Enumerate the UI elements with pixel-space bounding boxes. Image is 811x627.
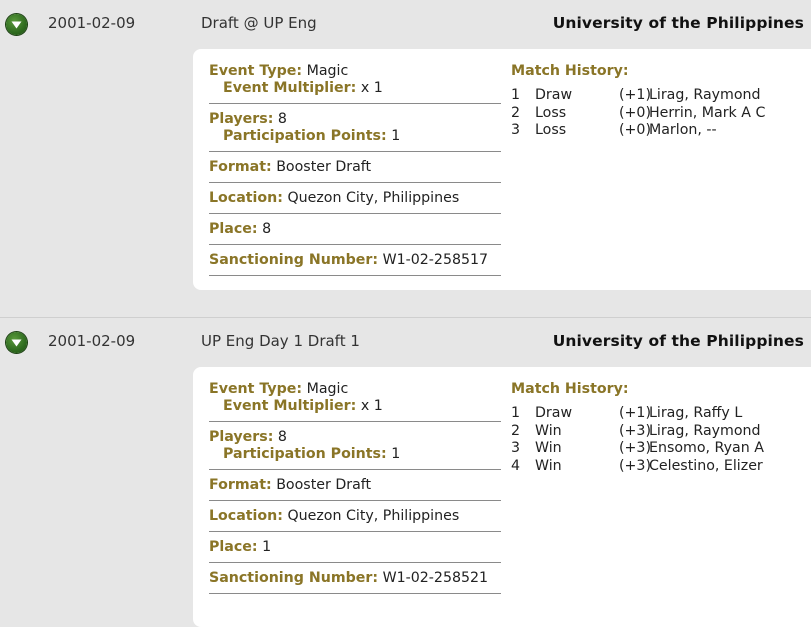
match-result: Win (535, 422, 562, 439)
event-multiplier-label: Event Multiplier: (223, 80, 357, 96)
event-details: Event Type: Magic Event Multiplier: x 1 … (209, 63, 501, 283)
match-number: 4 (511, 457, 521, 474)
expand-toggle-icon[interactable] (6, 14, 27, 35)
match-opponent: Ensomo, Ryan A (649, 440, 764, 456)
match-row: 2 Win (+3) Lirag, Raymond (511, 423, 811, 441)
players-value: 8 (277, 429, 287, 445)
event-details-card: Event Type: Magic Event Multiplier: x 1 … (193, 367, 811, 627)
event-date: 2001-02-09 (48, 332, 136, 350)
event-type-label: Event Type: (209, 381, 303, 397)
match-number: 1 (511, 405, 521, 421)
location-row: Location: Quezon City, Philippines (209, 508, 501, 532)
event-multiplier-value: x 1 (360, 398, 383, 414)
match-history-title: Match History: (511, 63, 629, 79)
match-result: Draw (535, 87, 573, 103)
event-details: Event Type: Magic Event Multiplier: x 1 … (209, 381, 501, 601)
participation-points-label: Participation Points: (223, 128, 387, 144)
match-opponent: Lirag, Raymond (649, 422, 761, 439)
match-result: Win (535, 457, 562, 474)
place-row: Place: 8 (209, 221, 501, 245)
sanctioning-number-label: Sanctioning Number: (209, 570, 379, 586)
match-points: (+3) (619, 457, 651, 474)
location-label: Location: (209, 508, 283, 524)
match-row: 1 Draw (+1) Lirag, Raymond (511, 87, 811, 105)
event-header[interactable]: 2001-02-09 UP Eng Day 1 Draft 1 Universi… (0, 318, 811, 366)
sanctioning-row: Sanctioning Number: W1-02-258517 (209, 252, 501, 276)
match-row: 3 Loss (+0) Marlon, -- (511, 122, 811, 140)
players-row: Players: 8 Participation Points: 1 (209, 429, 501, 470)
event-type-value: Magic (306, 63, 349, 79)
sanctioning-number-value: W1-02-258521 (382, 570, 489, 586)
sanctioning-number-value: W1-02-258517 (382, 252, 489, 268)
players-value: 8 (277, 111, 287, 127)
event-entry: 2001-02-09 Draft @ UP Eng University of … (0, 0, 811, 318)
match-row: 3 Win (+3) Ensomo, Ryan A (511, 440, 811, 458)
event-name: Draft @ UP Eng (201, 14, 317, 32)
location-value: Quezon City, Philippines (287, 190, 460, 206)
participation-points-value: 1 (391, 128, 401, 144)
place-value: 1 (262, 539, 272, 555)
match-result: Draw (535, 405, 573, 421)
match-opponent: Herrin, Mark A C (649, 104, 766, 121)
event-venue: University of the Philippines (552, 332, 804, 350)
event-entry: 2001-02-09 UP Eng Day 1 Draft 1 Universi… (0, 318, 811, 627)
place-label: Place: (209, 221, 258, 237)
match-points: (+0) (619, 104, 651, 121)
match-points: (+3) (619, 422, 651, 439)
match-result: Win (535, 440, 562, 456)
event-type-value: Magic (306, 381, 349, 397)
players-row: Players: 8 Participation Points: 1 (209, 111, 501, 152)
match-opponent: Lirag, Raymond (649, 87, 761, 103)
match-points: (+1) (619, 405, 651, 421)
place-value: 8 (262, 221, 272, 237)
match-row: 2 Loss (+0) Herrin, Mark A C (511, 105, 811, 123)
sanctioning-number-label: Sanctioning Number: (209, 252, 379, 268)
match-result: Loss (535, 122, 567, 138)
match-row: 1 Draw (+1) Lirag, Raffy L (511, 405, 811, 423)
location-row: Location: Quezon City, Philippines (209, 190, 501, 214)
format-row: Format: Booster Draft (209, 477, 501, 501)
players-label: Players: (209, 111, 274, 127)
match-number: 3 (511, 122, 521, 138)
event-header[interactable]: 2001-02-09 Draft @ UP Eng University of … (0, 0, 811, 48)
match-points: (+3) (619, 440, 651, 456)
participation-points-label: Participation Points: (223, 446, 387, 462)
place-row: Place: 1 (209, 539, 501, 563)
place-label: Place: (209, 539, 258, 555)
location-value: Quezon City, Philippines (287, 508, 460, 524)
match-history: Match History: 1 Draw (+1) Lirag, Raffy … (511, 381, 811, 475)
match-opponent: Marlon, -- (649, 122, 717, 138)
format-label: Format: (209, 159, 272, 175)
sanctioning-row: Sanctioning Number: W1-02-258521 (209, 570, 501, 594)
event-venue: University of the Philippines (552, 14, 804, 32)
format-value: Booster Draft (276, 477, 372, 493)
match-number: 1 (511, 87, 521, 103)
event-multiplier-label: Event Multiplier: (223, 398, 357, 414)
match-row: 4 Win (+3) Celestino, Elizer (511, 458, 811, 476)
event-multiplier-value: x 1 (360, 80, 383, 96)
match-result: Loss (535, 104, 567, 121)
match-points: (+0) (619, 122, 651, 138)
event-details-card: Event Type: Magic Event Multiplier: x 1 … (193, 49, 811, 290)
event-date: 2001-02-09 (48, 14, 136, 32)
match-number: 2 (511, 104, 521, 121)
match-opponent: Celestino, Elizer (649, 457, 763, 474)
participation-points-value: 1 (391, 446, 401, 462)
event-type-row: Event Type: Magic Event Multiplier: x 1 (209, 381, 501, 422)
format-row: Format: Booster Draft (209, 159, 501, 183)
match-points: (+1) (619, 87, 651, 103)
match-number: 2 (511, 422, 521, 439)
format-value: Booster Draft (276, 159, 372, 175)
players-label: Players: (209, 429, 274, 445)
event-type-label: Event Type: (209, 63, 303, 79)
expand-toggle-icon[interactable] (6, 332, 27, 353)
event-name: UP Eng Day 1 Draft 1 (201, 332, 360, 350)
match-opponent: Lirag, Raffy L (649, 405, 743, 421)
format-label: Format: (209, 477, 272, 493)
match-history: Match History: 1 Draw (+1) Lirag, Raymon… (511, 63, 811, 140)
match-number: 3 (511, 440, 521, 456)
match-history-title: Match History: (511, 381, 629, 397)
event-type-row: Event Type: Magic Event Multiplier: x 1 (209, 63, 501, 104)
location-label: Location: (209, 190, 283, 206)
